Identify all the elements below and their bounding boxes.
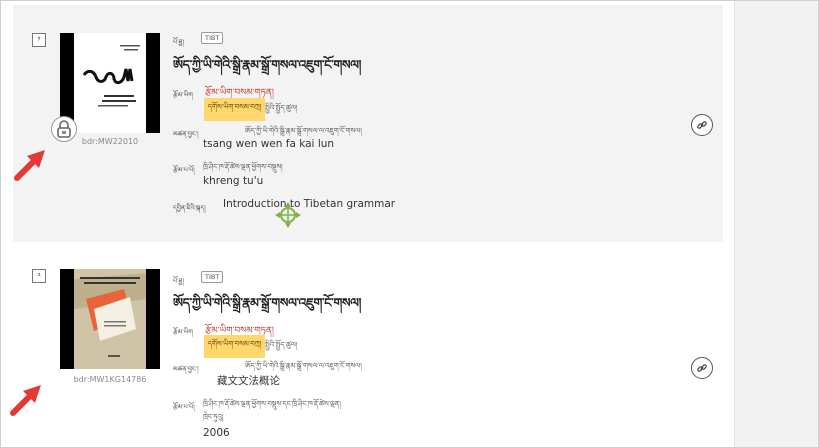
english-title: Introduction to Tibetan grammar (223, 198, 396, 210)
link-icon (697, 121, 707, 129)
script-badge: TIBT (201, 271, 224, 283)
book-cover-image (74, 33, 146, 133)
genre-note: སྤྱིའི་སྤྱོད་ཚུལ། (265, 341, 298, 349)
title-chinese: 藏文文法概论 (217, 375, 280, 387)
copy-link-button[interactable] (691, 357, 713, 379)
result-title[interactable]: ཨོད་ཀྱི་ཡི་གེའི་སྒྲི་རྣམ་སྒྲོ་གསལ་འཇུག་ང… (173, 289, 361, 324)
book-thumbnail[interactable] (60, 269, 160, 369)
author-name: khreng tu'u (203, 175, 264, 187)
result-card-1[interactable]: ༡ bdr:MW22010 པོ་ཐྱ། TIBT ཨོད་ཀྱི་ཡི་གེའ… (13, 5, 723, 242)
genre-note: སྤྱིའི་སྤྱོད་ཚུལ། (265, 104, 298, 112)
book-cover-image (74, 269, 146, 369)
field-label-author: རྩོམ་པ་པོ། (173, 166, 195, 174)
field-label-title: མཚན་བྱང་། (173, 130, 199, 138)
copy-link-button[interactable] (691, 114, 713, 136)
title-transliteration: tsang wen wen fa kai lun (203, 138, 335, 150)
book-thumbnail[interactable] (60, 33, 160, 133)
field-label-title: མཚན་བྱང་། (173, 365, 199, 373)
result-index: ༡ (32, 33, 46, 47)
move-cursor-icon (275, 202, 301, 228)
genre-highlight: དགོས་ཡིག་བསམ་བཀྲ། (204, 335, 266, 358)
red-arrow-icon (14, 150, 45, 181)
results-list-window: ༡ bdr:MW22010 པོ་ཐྱ། TIBT ཨོད་ཀྱི་ཡི་གེའ… (0, 0, 819, 448)
publication-year: 2006 (203, 427, 230, 439)
resource-id[interactable]: bdr:MW22010 (60, 137, 160, 146)
scrollbar[interactable] (734, 1, 818, 447)
result-title[interactable]: ཨོད་ཀྱི་ཡི་གེའི་སྒྲི་རྣམ་སྒྲོ་གསལ་འཇུག་ང… (173, 51, 361, 86)
genre-highlight: དགོས་ཡིག་བསམ་བཀྲ། (204, 98, 266, 121)
field-label-english: དབྱིན་ཇིའི་སྐད། (173, 204, 206, 212)
field-label-author: རྩོམ་པ་པོ། (173, 403, 195, 411)
result-index: ༢ (32, 269, 46, 283)
result-card-2[interactable]: ༢ bdr:MW1KG14786 པོ་ཐྱ། TIBT ཨོད་ཀྱི་ཡི་… (13, 257, 723, 447)
resource-id[interactable]: bdr:MW1KG14786 (60, 375, 160, 384)
link-icon (697, 364, 707, 372)
field-label-genre: རྩོམ་ཡིག (173, 328, 193, 336)
field-label-genre: རྩོམ་ཡིག (173, 91, 193, 99)
script-badge: TIBT (201, 32, 224, 44)
red-arrow-icon (10, 385, 41, 416)
